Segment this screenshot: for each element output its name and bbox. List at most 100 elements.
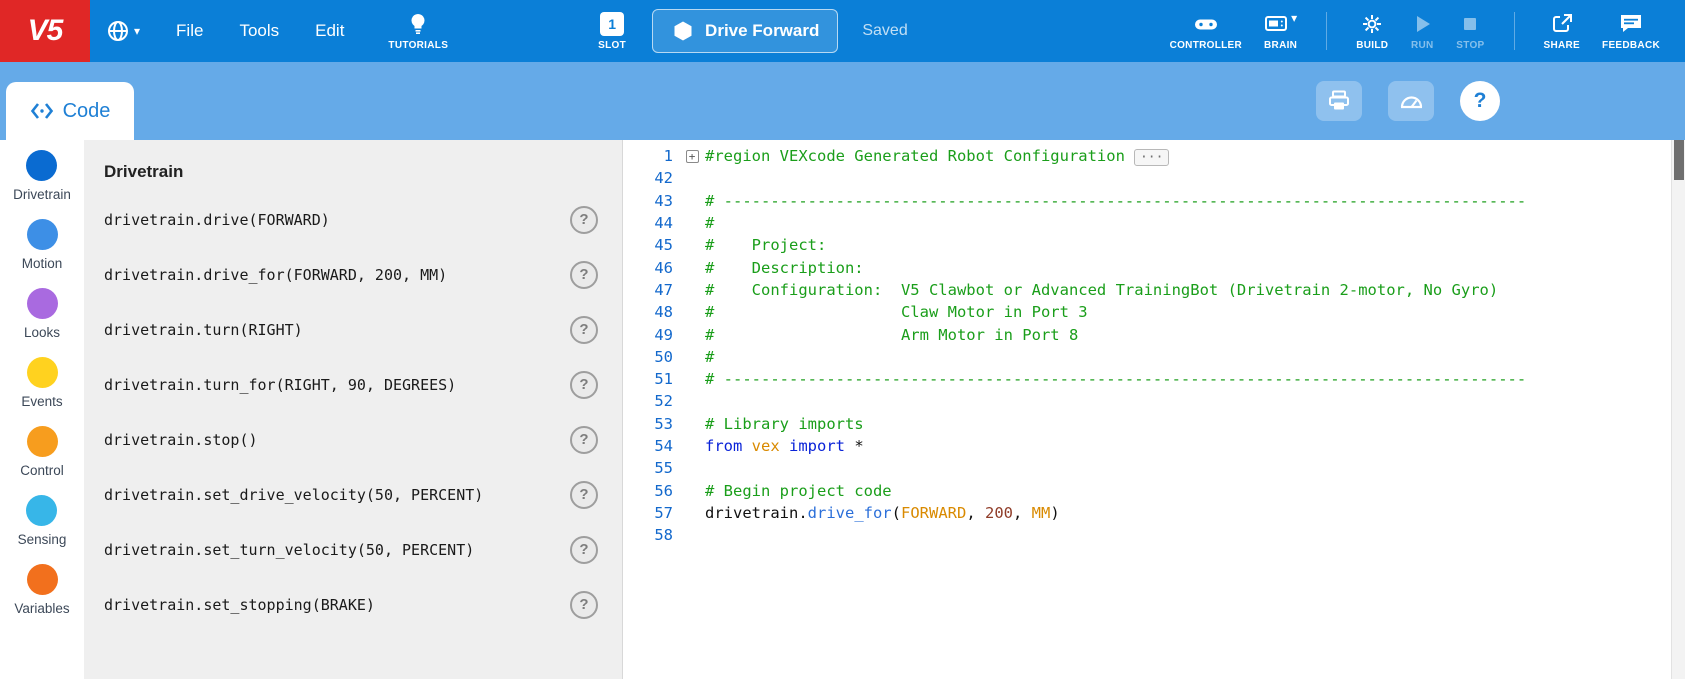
line-number: 51 xyxy=(623,370,679,388)
folded-region-ellipsis[interactable]: ··· xyxy=(1134,149,1169,166)
command-row[interactable]: drivetrain.drive(FORWARD)? xyxy=(104,192,598,247)
command-row[interactable]: drivetrain.set_turn_velocity(50, PERCENT… xyxy=(104,522,598,577)
command-help-icon[interactable]: ? xyxy=(570,481,598,509)
scrollbar-thumb[interactable] xyxy=(1674,140,1684,180)
menu-tools[interactable]: Tools xyxy=(239,21,279,41)
run-label: RUN xyxy=(1411,40,1434,51)
code-text: from vex import * xyxy=(705,437,864,455)
code-token: , xyxy=(966,504,985,522)
code-token: # --------------------------------------… xyxy=(705,370,1526,388)
dashboard-button[interactable] xyxy=(1388,81,1434,121)
feedback-button[interactable]: FEEDBACK xyxy=(1602,12,1660,51)
controller-icon xyxy=(1194,12,1218,36)
code-token: , xyxy=(1013,504,1032,522)
command-help-icon[interactable]: ? xyxy=(570,261,598,289)
command-row[interactable]: drivetrain.turn_for(RIGHT, 90, DEGREES)? xyxy=(104,357,598,412)
command-row[interactable]: drivetrain.drive_for(FORWARD, 200, MM)? xyxy=(104,247,598,302)
code-token: # Arm Motor in Port 8 xyxy=(705,326,1078,344)
code-token: import xyxy=(789,437,845,455)
code-token: # Description: xyxy=(705,259,864,277)
controller-button[interactable]: CONTROLLER xyxy=(1170,12,1242,51)
share-icon xyxy=(1550,12,1574,36)
code-text: # --------------------------------------… xyxy=(705,192,1526,210)
brain-button[interactable]: ▾ BRAIN xyxy=(1264,12,1297,51)
editor-line: 43# ------------------------------------… xyxy=(623,190,1685,212)
code-token: # Project: xyxy=(705,236,826,254)
code-token xyxy=(742,437,751,455)
command-text: drivetrain.drive_for(FORWARD, 200, MM) xyxy=(104,266,447,284)
stop-button[interactable]: STOP xyxy=(1456,12,1484,51)
category-color-dot xyxy=(27,357,58,388)
command-text: drivetrain.set_stopping(BRAKE) xyxy=(104,596,375,614)
command-row[interactable]: drivetrain.stop()? xyxy=(104,412,598,467)
command-help-icon[interactable]: ? xyxy=(570,426,598,454)
share-button[interactable]: SHARE xyxy=(1544,12,1581,51)
line-number: 53 xyxy=(623,415,679,433)
feedback-label: FEEDBACK xyxy=(1602,40,1660,51)
line-number: 57 xyxy=(623,504,679,522)
editor-line: 53 # Library imports xyxy=(623,413,1685,435)
editor-line: 42 xyxy=(623,167,1685,189)
command-help-icon[interactable]: ? xyxy=(570,316,598,344)
menu-file[interactable]: File xyxy=(176,21,203,41)
print-button[interactable] xyxy=(1316,81,1362,121)
code-editor[interactable]: 1+#region VEXcode Generated Robot Config… xyxy=(622,140,1685,679)
tutorials-label: TUTORIALS xyxy=(388,40,448,51)
build-button[interactable]: BUILD xyxy=(1356,12,1388,51)
play-icon xyxy=(1410,12,1434,36)
toolbar-divider xyxy=(1326,12,1327,50)
command-help-icon[interactable]: ? xyxy=(570,536,598,564)
code-token: ) xyxy=(1050,504,1059,522)
command-text: drivetrain.stop() xyxy=(104,431,258,449)
command-row[interactable]: drivetrain.set_stopping(BRAKE)? xyxy=(104,577,598,632)
sidebar-item-motion[interactable]: Motion xyxy=(22,219,63,271)
sidebar-item-control[interactable]: Control xyxy=(20,426,64,478)
sidebar-item-sensing[interactable]: Sensing xyxy=(18,495,67,547)
line-number: 44 xyxy=(623,214,679,232)
project-name-button[interactable]: Drive Forward xyxy=(652,9,838,53)
sidebar-item-events[interactable]: Events xyxy=(21,357,62,409)
fold-expand-icon[interactable]: + xyxy=(686,150,699,163)
command-help-icon[interactable]: ? xyxy=(570,591,598,619)
hexagon-icon xyxy=(671,19,695,43)
language-menu[interactable]: ▾ xyxy=(106,19,140,43)
command-help-icon[interactable]: ? xyxy=(570,371,598,399)
stop-label: STOP xyxy=(1456,40,1484,51)
gauge-icon xyxy=(1398,89,1424,113)
editor-line: 45# Project: xyxy=(623,234,1685,256)
code-token: # xyxy=(705,214,714,232)
command-row[interactable]: drivetrain.set_drive_velocity(50, PERCEN… xyxy=(104,467,598,522)
editor-scrollbar[interactable] xyxy=(1671,140,1685,679)
category-color-dot xyxy=(27,564,58,595)
sidebar-item-looks[interactable]: Looks xyxy=(24,288,60,340)
code-tabbar: Code ? xyxy=(0,62,1685,140)
help-button[interactable]: ? xyxy=(1460,81,1500,121)
tutorials-button[interactable]: TUTORIALS xyxy=(388,12,448,51)
editor-lines: 1+#region VEXcode Generated Robot Config… xyxy=(623,145,1685,546)
code-token: # --------------------------------------… xyxy=(705,192,1526,210)
code-brackets-icon xyxy=(30,100,54,122)
code-text: # Library imports xyxy=(705,415,864,433)
share-label: SHARE xyxy=(1544,40,1581,51)
brain-icon xyxy=(1264,12,1288,36)
build-icon xyxy=(1360,12,1384,36)
menu-edit[interactable]: Edit xyxy=(315,21,344,41)
line-number: 1 xyxy=(623,147,679,165)
slot-button[interactable]: 1 SLOT xyxy=(598,12,626,51)
toolbar-divider xyxy=(1514,12,1515,50)
code-text: # Project: xyxy=(705,236,826,254)
vexcode-logo[interactable]: V5 xyxy=(0,0,90,62)
category-label: Motion xyxy=(22,256,63,271)
sidebar-item-variables[interactable]: Variables xyxy=(14,564,69,616)
sidebar-item-drivetrain[interactable]: Drivetrain xyxy=(13,150,71,202)
line-number: 55 xyxy=(623,459,679,477)
run-button[interactable]: RUN xyxy=(1410,12,1434,51)
code-text: # Begin project code xyxy=(705,482,892,500)
command-row[interactable]: drivetrain.turn(RIGHT)? xyxy=(104,302,598,357)
feedback-icon xyxy=(1619,12,1643,36)
tab-code[interactable]: Code xyxy=(6,82,134,140)
code-token: drive_for xyxy=(808,504,892,522)
code-token: * xyxy=(845,437,864,455)
chevron-down-icon[interactable]: ▾ xyxy=(1291,12,1297,24)
command-help-icon[interactable]: ? xyxy=(570,206,598,234)
